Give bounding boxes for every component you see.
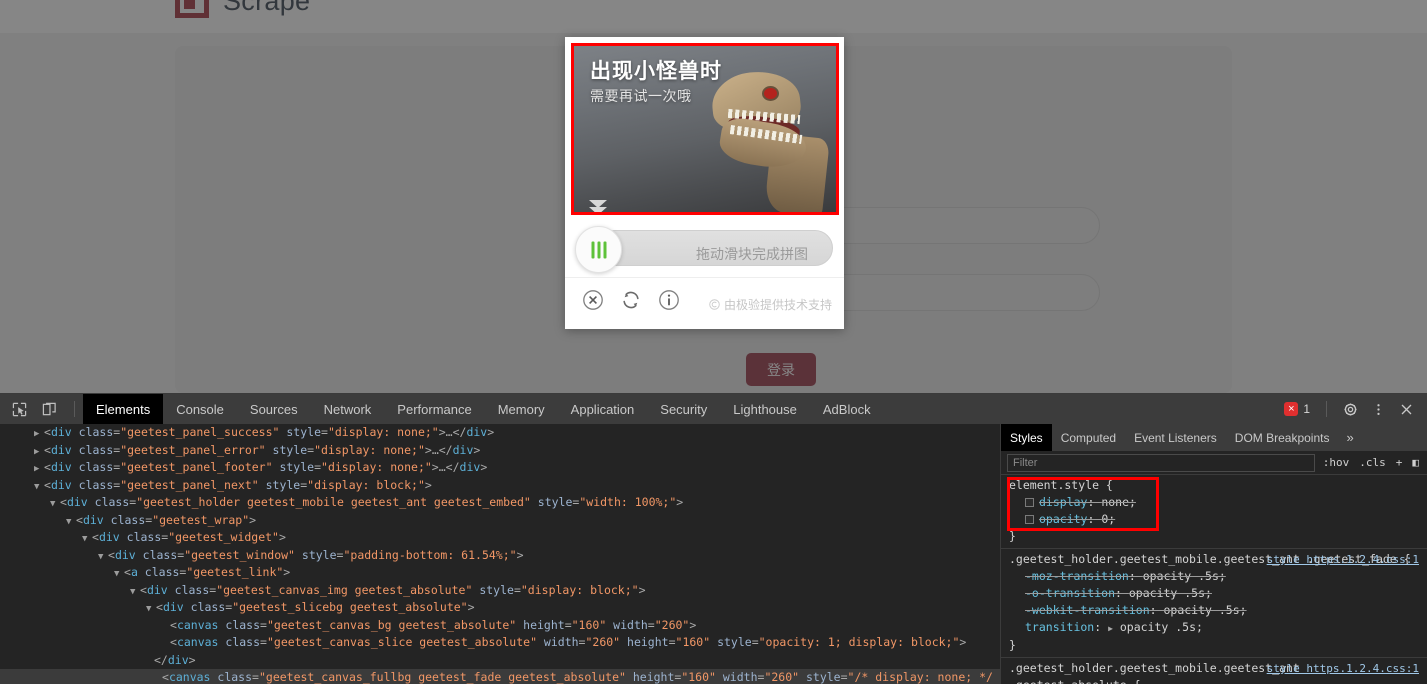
- declaration-checkbox[interactable]: [1025, 498, 1034, 507]
- dom-node-line[interactable]: ▼ <div class="geetest_window" style="padd…: [0, 547, 1000, 565]
- slider-hint-text: 拖动滑块完成拼图: [696, 246, 808, 262]
- css-declaration[interactable]: transition: ▶ opacity .5s;: [1001, 619, 1427, 637]
- css-rule-close: }: [1009, 638, 1016, 652]
- refresh-icon[interactable]: [620, 289, 642, 311]
- dom-node-line[interactable]: <canvas class="geetest_canvas_bg geetest…: [0, 617, 1000, 635]
- devtools-panel: Elements Console Sources Network Performance…: [0, 393, 1427, 684]
- dom-node-line[interactable]: ▼ <div class="geetest_wrap">: [0, 512, 1000, 530]
- cls-toggle[interactable]: .cls: [1357, 456, 1388, 469]
- error-count-text: 1: [1303, 402, 1310, 416]
- slider-track[interactable]: 拖动滑块完成拼图: [597, 230, 833, 266]
- css-rule[interactable]: style https.1.2.4.css:1 .geetest_holder.g…: [1001, 549, 1427, 658]
- declaration-checkbox[interactable]: [1025, 515, 1034, 524]
- css-declaration[interactable]: opacity: 0;: [1001, 511, 1427, 528]
- captcha-subtitle: 需要再试一次哦: [590, 88, 692, 104]
- devtools-tab-lighthouse[interactable]: Lighthouse: [720, 394, 810, 424]
- dom-node-line[interactable]: </div>: [0, 652, 1000, 670]
- page-header: Scrape: [0, 0, 1427, 33]
- dom-node-line[interactable]: ▶ <div class="geetest_panel_success" styl…: [0, 424, 1000, 442]
- css-source-link[interactable]: style https.1.2.4.css:1: [1267, 660, 1419, 677]
- devtools-tab-performance[interactable]: Performance: [384, 394, 484, 424]
- copyright-icon: [709, 299, 720, 310]
- brand: Scrape: [175, 0, 310, 18]
- captcha-footer: 由极验提供技术支持: [565, 277, 844, 329]
- dom-node-line[interactable]: ▶ <div class="geetest_panel_footer" style…: [0, 459, 1000, 477]
- dom-node-line[interactable]: ▼ <div class="geetest_holder geetest_mobi…: [0, 494, 1000, 512]
- css-declaration[interactable]: -moz-transition: opacity .5s;: [1001, 568, 1427, 585]
- hov-toggle[interactable]: :hov: [1321, 456, 1352, 469]
- css-selector: element.style {: [1009, 478, 1113, 492]
- chevron-double-right-icon[interactable]: »: [1338, 424, 1361, 451]
- captcha-powered-by-text: 由极验提供技术支持: [723, 298, 832, 312]
- plus-icon[interactable]: +: [1394, 456, 1405, 469]
- captcha-image-highlight-box: 出现小怪兽时 需要再试一次哦: [571, 43, 839, 215]
- styles-tab-styles[interactable]: Styles: [1001, 424, 1052, 451]
- css-rule[interactable]: style https.1.2.4.css:1 .geetest_holder.g…: [1001, 658, 1427, 684]
- screenshot-root: Scrape 用户名 密码 登录: [0, 0, 1427, 684]
- square-bracket-logo-icon: [175, 0, 209, 18]
- login-button[interactable]: 登录: [746, 353, 816, 386]
- devtools-tab-security[interactable]: Security: [647, 394, 720, 424]
- captcha-image[interactable]: 出现小怪兽时 需要再试一次哦: [574, 46, 836, 212]
- close-icon[interactable]: [1393, 397, 1419, 421]
- styles-filter-bar: :hov .cls + ◧: [1001, 451, 1427, 475]
- panel-toggle-icon[interactable]: ◧: [1410, 456, 1421, 469]
- more-vertical-icon[interactable]: [1365, 397, 1391, 421]
- captcha-powered-by: 由极验提供技术支持: [709, 296, 832, 313]
- three-vertical-bars-icon: [591, 241, 606, 258]
- css-declaration[interactable]: -webkit-transition: opacity .5s;: [1001, 602, 1427, 619]
- css-rule-close: }: [1009, 529, 1016, 543]
- dom-node-line[interactable]: <canvas class="geetest_canvas_fullbg gee…: [0, 669, 1000, 684]
- styles-tab-computed[interactable]: Computed: [1052, 424, 1125, 451]
- error-circle-icon: ×: [1284, 402, 1299, 416]
- css-source-link[interactable]: style https.1.2.4.css:1: [1267, 551, 1419, 568]
- styles-pane: Styles Computed Event Listeners DOM Breakpo…: [1000, 424, 1427, 684]
- dom-node-line[interactable]: ▼ <div class="geetest_slicebg geetest_abs…: [0, 599, 1000, 617]
- dom-tree-pane[interactable]: ▶ <div class="geetest_panel_success" styl…: [0, 424, 1000, 684]
- devtools-tab-adblock[interactable]: AdBlock: [810, 394, 884, 424]
- css-declaration[interactable]: -o-transition: opacity .5s;: [1001, 585, 1427, 602]
- styles-tab-event-listeners[interactable]: Event Listeners: [1125, 424, 1226, 451]
- dom-node-line[interactable]: ▼ <div class="geetest_canvas_img geetest_…: [0, 582, 1000, 600]
- styles-tab-dom-breakpoints[interactable]: DOM Breakpoints: [1226, 424, 1339, 451]
- slider-knob[interactable]: [575, 226, 622, 273]
- devtools-tab-elements[interactable]: Elements: [83, 394, 164, 424]
- info-circle-icon[interactable]: [658, 289, 680, 311]
- geetest-captcha-panel[interactable]: 出现小怪兽时 需要再试一次哦 拖动滑块完成拼图 由极验提供技术支持: [565, 37, 844, 329]
- captcha-title: 出现小怪兽时: [590, 60, 722, 83]
- styles-tabs: Styles Computed Event Listeners DOM Breakpo…: [1001, 424, 1427, 451]
- gear-icon[interactable]: [1337, 397, 1363, 421]
- device-toolbar-icon[interactable]: [36, 397, 62, 421]
- devtools-tabs: Elements Console Sources Network Performance…: [83, 394, 884, 424]
- devtools-toolbar: Elements Console Sources Network Performance…: [0, 394, 1427, 424]
- devtools-tab-network[interactable]: Network: [311, 394, 385, 424]
- devtools-tab-sources[interactable]: Sources: [237, 394, 311, 424]
- close-circle-icon[interactable]: [582, 289, 604, 311]
- css-rule[interactable]: element.style { display: none; opacity: 0;…: [1001, 475, 1427, 549]
- error-count-badge[interactable]: × 1: [1278, 402, 1316, 416]
- dom-node-line[interactable]: <canvas class="geetest_canvas_slice geet…: [0, 634, 1000, 652]
- styles-rules-list[interactable]: element.style { display: none; opacity: 0;…: [1001, 475, 1427, 684]
- page-title: Scrape: [223, 0, 311, 16]
- css-declaration[interactable]: display: none;: [1001, 494, 1427, 511]
- devtools-tab-console[interactable]: Console: [163, 394, 237, 424]
- captcha-slider[interactable]: 拖动滑块完成拼图: [575, 226, 833, 273]
- styles-filter-input[interactable]: [1007, 453, 1315, 472]
- inspect-element-icon[interactable]: [6, 397, 32, 421]
- dom-node-line[interactable]: ▶ <div class="geetest_panel_error" style=…: [0, 442, 1000, 460]
- dom-node-line[interactable]: ▼ <a class="geetest_link">: [0, 564, 1000, 582]
- devtools-tab-application[interactable]: Application: [558, 394, 648, 424]
- devtools-tab-memory[interactable]: Memory: [485, 394, 558, 424]
- dom-node-line[interactable]: ▼ <div class="geetest_widget">: [0, 529, 1000, 547]
- dom-node-line[interactable]: ▼ <div class="geetest_panel_next" style="…: [0, 477, 1000, 495]
